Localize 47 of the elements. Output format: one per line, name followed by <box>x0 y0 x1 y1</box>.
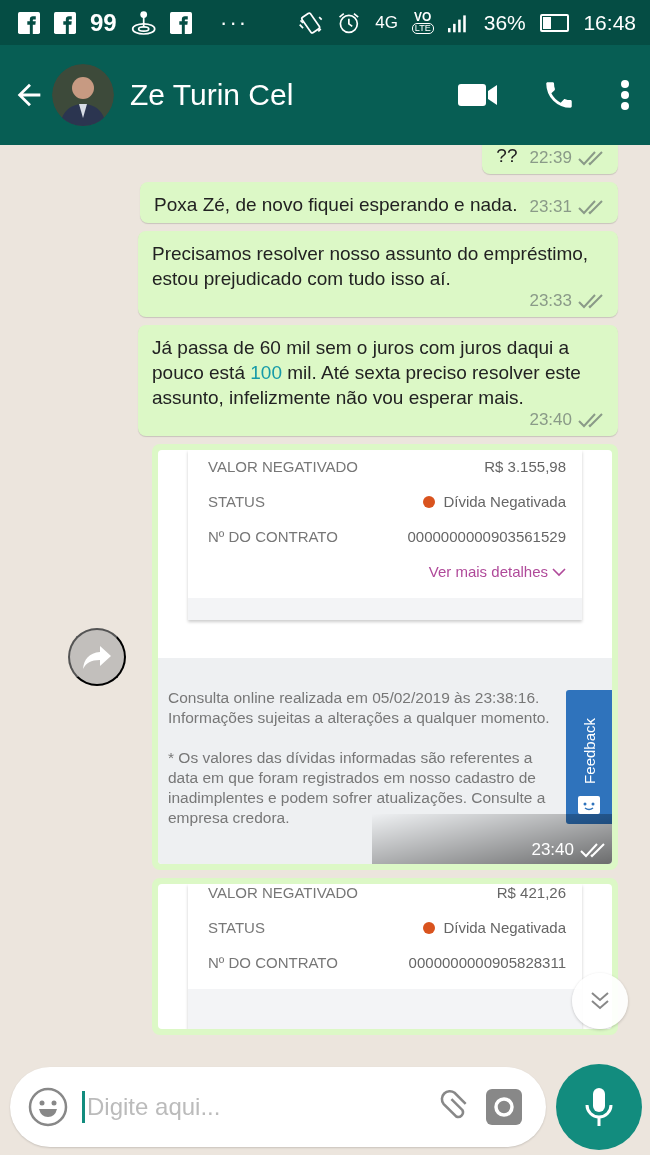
disclaimer-text: * Os valores das dívidas informadas são referentes a data em que foram registrados em nosso cadastro de inadimplentes e podem sofrer atualizações. Consulte a empresa credora. <box>168 748 547 828</box>
message-text: Poxa Zé, de novo fiquei esperando e nada. <box>154 193 518 217</box>
network-type-text: 4G <box>375 14 398 31</box>
message-time: 23:40 <box>531 840 574 860</box>
field-value: R$ 421,26 <box>496 884 566 901</box>
field-value: Dívida Negativada <box>443 919 566 936</box>
forward-icon <box>82 644 112 670</box>
microphone-icon <box>584 1087 614 1127</box>
field-label: Nº DO CONTRATO <box>208 528 338 545</box>
chevron-down-icon <box>552 566 566 577</box>
field-label: VALOR NEGATIVADO <box>208 884 359 901</box>
field-label: Nº DO CONTRATO <box>208 954 338 971</box>
field-value: 0000000000905828311 <box>408 954 566 971</box>
contact-name[interactable]: Ze Turin Cel <box>130 78 414 112</box>
field-value: 0000000000903561529 <box>407 528 566 545</box>
more-notifications-text: ··· <box>220 9 249 36</box>
message-time: 23:33 <box>529 291 572 311</box>
message-text: Já passa de 60 mil sem o juros com juros daqui a pouco está 100 mil. Até sexta preciso resolver este assunto, infelizmente não vou esperar mais. <box>152 336 582 410</box>
field-value: R$ 3.155,98 <box>484 458 566 475</box>
disclaimer-text: Consulta online realizada em 05/02/2019 às 23:38:16. Informações sujeitas a alterações a qualquer momento. <box>168 688 550 728</box>
message-time: 22:39 <box>529 148 572 168</box>
more-options-icon[interactable] <box>620 79 630 111</box>
volte-text: VO <box>414 11 432 23</box>
field-label: VALOR NEGATIVADO <box>208 458 359 475</box>
smiley-icon <box>578 796 600 814</box>
forward-button[interactable] <box>68 628 126 686</box>
battery-icon <box>539 13 570 32</box>
message-text: ?? <box>496 145 518 168</box>
notification-count: 99 <box>90 8 117 37</box>
field-value: Dívida Negativada <box>443 493 566 510</box>
app-notification-icon <box>54 9 76 36</box>
battery-percent: 36% <box>483 10 526 35</box>
message-time: 23:31 <box>529 197 572 217</box>
message-time: 23:40 <box>529 410 572 430</box>
camera-icon[interactable] <box>486 1089 522 1125</box>
clock-time: 16:48 <box>583 10 636 35</box>
app-notification-icon <box>170 9 193 36</box>
feedback-tab[interactable]: Feedback <box>566 690 612 824</box>
field-label: STATUS <box>208 919 265 936</box>
message-text: Precisamos resolver nosso assunto do empréstimo, estou prejudicado com tudo isso aí. <box>152 242 590 291</box>
lte-badge: LTE <box>411 23 434 34</box>
app-notification-icon <box>18 9 40 36</box>
message-composer[interactable]: Digite aqui... <box>10 1067 546 1147</box>
emoji-icon[interactable] <box>28 1087 68 1127</box>
video-call-icon[interactable] <box>458 82 498 108</box>
field-label: STATUS <box>208 493 265 510</box>
details-link[interactable]: Ver mais detalhes <box>428 563 566 580</box>
